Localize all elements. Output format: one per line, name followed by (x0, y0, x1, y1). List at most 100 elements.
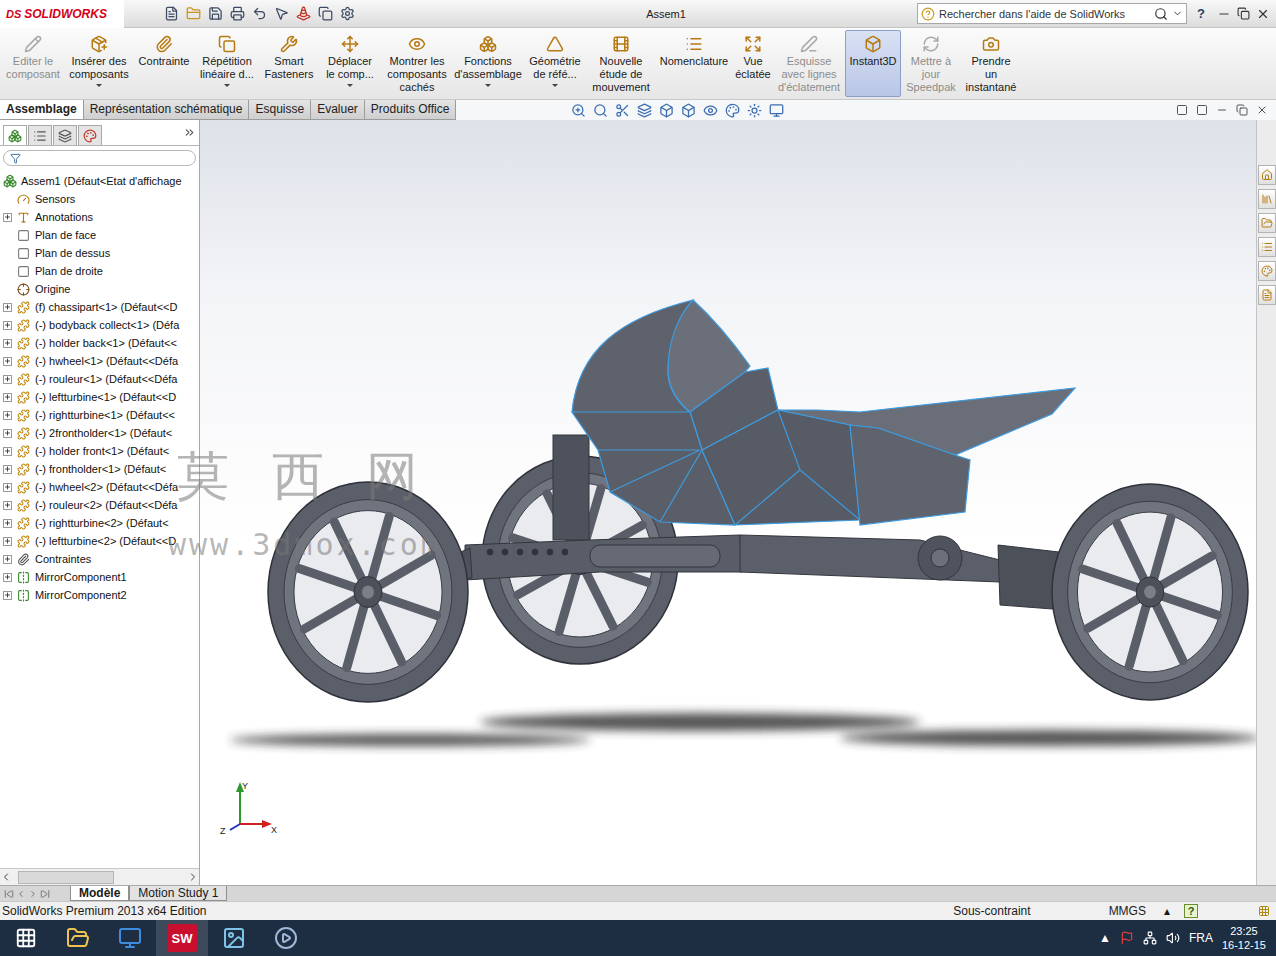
search-icon[interactable] (1154, 7, 1168, 21)
file-properties-icon[interactable] (318, 6, 333, 21)
task-pane-tab[interactable] (1258, 165, 1276, 185)
task-pane-tab[interactable] (1258, 237, 1276, 257)
tree-item[interactable]: Annotations (0, 208, 199, 226)
panel-tab[interactable] (3, 125, 27, 145)
restore-icon[interactable] (1236, 104, 1248, 116)
dropdown-arrow[interactable] (224, 84, 230, 87)
tree-item[interactable]: (-) rouleur<2> (Défaut<<Défa (0, 496, 199, 514)
expand-toggle[interactable] (3, 303, 12, 312)
unit-system[interactable]: MMGS (1109, 904, 1164, 918)
dropdown-arrow[interactable] (485, 84, 491, 87)
expand-toggle[interactable] (3, 447, 12, 456)
command-tab[interactable]: Assemblage (0, 100, 84, 119)
restore-icon[interactable] (1237, 7, 1250, 20)
network-icon[interactable] (1143, 931, 1157, 945)
expand-toggle[interactable] (3, 339, 12, 348)
task-pane-tab[interactable] (1258, 213, 1276, 233)
minimize-icon[interactable] (1217, 7, 1231, 21)
expand-toggle[interactable] (3, 429, 12, 438)
tree-item[interactable]: (-) 2frontholder<1> (Défaut< (0, 424, 199, 442)
scroll-left-icon[interactable] (0, 871, 12, 883)
save-icon[interactable] (208, 6, 223, 21)
language-indicator[interactable]: FRA (1189, 931, 1213, 945)
action-center-icon[interactable] (1120, 931, 1134, 945)
task-pane-tab[interactable] (1258, 189, 1276, 209)
tree-item[interactable]: MirrorComponent2 (0, 586, 199, 604)
view-tool-icon[interactable] (615, 103, 630, 118)
graphics-area[interactable]: YZX (200, 120, 1256, 885)
view-tool-icon[interactable] (725, 103, 740, 118)
tree-item[interactable]: (-) leftturbine<2> (Défaut<<D (0, 532, 199, 550)
tree-item[interactable]: Origine (0, 280, 199, 298)
tree-item[interactable]: (-) hwheel<1> (Défaut<<Défa (0, 352, 199, 370)
open-icon[interactable] (186, 6, 201, 21)
tile-icon[interactable] (1176, 104, 1188, 116)
model-tab[interactable]: Modèle (70, 886, 129, 901)
help-search-field[interactable]: Rechercher dans l'aide de SolidWorks (917, 3, 1187, 24)
taskbar-app[interactable] (260, 920, 312, 956)
ribbon-button[interactable]: Répétitionlinéaire d... (195, 30, 259, 97)
options-icon[interactable] (340, 6, 355, 21)
undo-icon[interactable] (252, 6, 267, 21)
expand-toggle[interactable] (3, 465, 12, 474)
view-tool-icon[interactable] (703, 103, 718, 118)
ribbon-button[interactable]: Editer lecomposant (4, 30, 62, 97)
expand-toggle[interactable] (3, 519, 12, 528)
view-tool-icon[interactable] (659, 103, 674, 118)
ribbon-button[interactable]: Contrainte (136, 30, 192, 97)
tree-item[interactable]: Plan de droite (0, 262, 199, 280)
ribbon-button[interactable]: Mettre àjourSpeedpak (904, 30, 958, 97)
expand-toggle[interactable] (3, 483, 12, 492)
tree-item[interactable]: (-) holder back<1> (Défaut<< (0, 334, 199, 352)
tree-item[interactable]: (-) frontholder<1> (Défaut< (0, 460, 199, 478)
volume-icon[interactable] (1166, 931, 1180, 945)
expand-toggle[interactable] (3, 555, 12, 564)
close-icon[interactable] (1256, 104, 1268, 116)
ribbon-button[interactable]: SmartFasteners (262, 30, 316, 97)
new-icon[interactable] (164, 6, 179, 21)
ribbon-button[interactable]: Déplacerle comp... (319, 30, 381, 97)
view-tool-icon[interactable] (769, 103, 784, 118)
ribbon-button[interactable]: Esquisseavec lignesd'éclatement (776, 30, 842, 97)
command-tab[interactable]: Produits Office (365, 100, 456, 119)
expand-toggle[interactable] (3, 375, 12, 384)
view-tool-icon[interactable] (637, 103, 652, 118)
expand-toggle[interactable] (3, 393, 12, 402)
dropdown-arrow[interactable] (347, 84, 353, 87)
rebuild-icon[interactable] (296, 6, 311, 21)
tree-filter[interactable] (3, 150, 196, 166)
tree-item[interactable]: Plan de dessus (0, 244, 199, 262)
panel-tab[interactable] (78, 125, 102, 145)
tray-expand[interactable]: ▲ (1099, 931, 1111, 945)
model-tab[interactable]: Motion Study 1 (129, 886, 227, 901)
command-tab[interactable]: Représentation schématique (84, 100, 250, 119)
ribbon-button[interactable]: Géométriede réfé... (526, 30, 584, 97)
expand-toggle[interactable] (3, 357, 12, 366)
panel-tab[interactable] (53, 125, 77, 145)
view-tool-icon[interactable] (681, 103, 696, 118)
horizontal-scrollbar[interactable] (0, 868, 199, 885)
help-button[interactable]: ? (1187, 6, 1207, 21)
clock[interactable]: 23:2516-12-15 (1222, 924, 1266, 952)
tree-item[interactable]: (-) bodyback collect<1> (Défa (0, 316, 199, 334)
more-icon[interactable] (183, 126, 196, 139)
tile-icon[interactable] (1196, 104, 1208, 116)
ribbon-button[interactable]: Nomenclature (658, 30, 730, 97)
minimize-icon[interactable] (1216, 104, 1228, 116)
dropdown-icon[interactable] (1172, 8, 1183, 19)
tree-item[interactable]: Sensors (0, 190, 199, 208)
tag-icon[interactable] (1258, 905, 1270, 917)
view-tool-icon[interactable] (593, 103, 608, 118)
help-button[interactable]: ? (1184, 904, 1198, 918)
select-icon[interactable] (274, 6, 289, 21)
tree-item[interactable]: MirrorComponent1 (0, 568, 199, 586)
previous-icon[interactable] (16, 889, 26, 899)
tree-item[interactable]: (-) rightturbine<2> (Défaut< (0, 514, 199, 532)
expand-toggle[interactable] (3, 411, 12, 420)
scroll-right-icon[interactable] (187, 871, 199, 883)
ribbon-button[interactable]: Nouvelleétude demouvement (587, 30, 655, 97)
expand-toggle[interactable] (3, 591, 12, 600)
expand-toggle[interactable] (3, 321, 12, 330)
tree-item[interactable]: (-) rightturbine<1> (Défaut<< (0, 406, 199, 424)
expand-toggle[interactable] (3, 537, 12, 546)
